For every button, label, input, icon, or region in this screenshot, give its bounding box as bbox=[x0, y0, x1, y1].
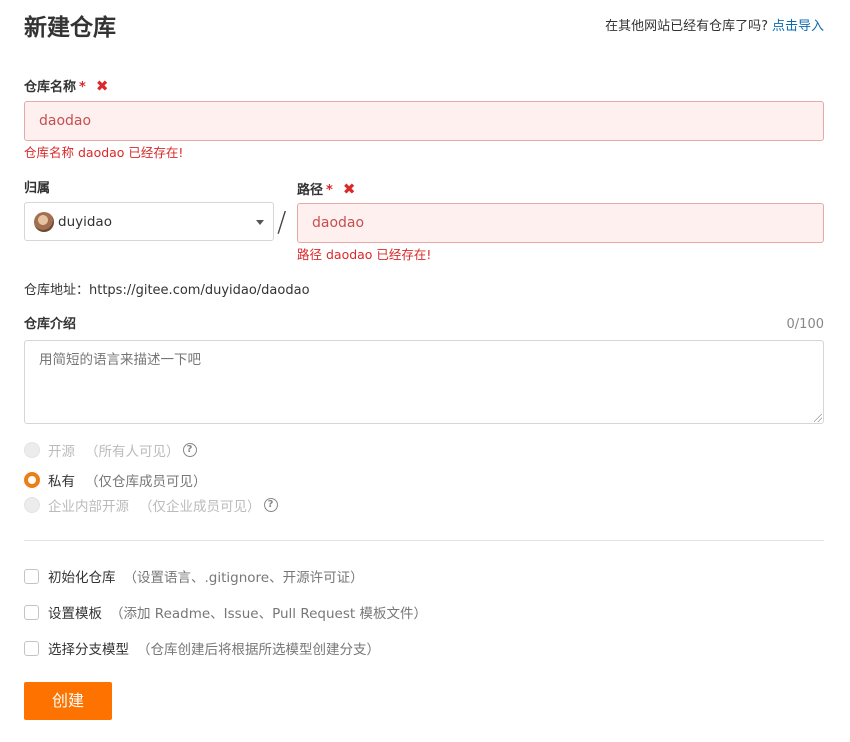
page-title: 新建仓库 bbox=[24, 15, 116, 41]
import-link[interactable]: 点击导入 bbox=[772, 19, 824, 34]
error-x-icon: ✖ bbox=[95, 77, 109, 95]
path-separator: / bbox=[277, 205, 287, 238]
required-mark: * bbox=[79, 80, 86, 95]
radio-note: （仅企业成员可见） bbox=[139, 499, 261, 515]
radio-label: 私有 bbox=[48, 474, 75, 490]
char-counter: 0/100 bbox=[786, 317, 824, 332]
path-error: 路径 daodao 已经存在! bbox=[297, 247, 432, 262]
description-label: 仓库介绍 bbox=[24, 317, 77, 332]
path-label-text: 路径 bbox=[297, 183, 324, 198]
radio-circle-icon[interactable] bbox=[24, 442, 40, 458]
option-note: （添加 Readme、Issue、Pull Request 模板文件） bbox=[110, 606, 427, 622]
repo-name-input[interactable] bbox=[24, 101, 824, 141]
option-label: 初始化仓库 bbox=[48, 570, 116, 586]
repo-name-label: 仓库名称 * ✖ bbox=[24, 77, 108, 97]
import-hint: 在其他网站已经有仓库了吗? 点击导入 bbox=[605, 18, 824, 36]
radio-circle-icon[interactable] bbox=[24, 497, 40, 513]
checkbox-icon[interactable] bbox=[24, 640, 39, 656]
owner-label: 归属 bbox=[24, 181, 51, 196]
checkbox-icon[interactable] bbox=[24, 568, 39, 584]
required-mark: * bbox=[326, 183, 333, 198]
resize-grip-icon[interactable] bbox=[814, 414, 822, 422]
owner-select[interactable]: duyidao bbox=[24, 202, 274, 241]
option-note: （设置语言、.gitignore、开源许可证） bbox=[123, 570, 364, 586]
path-input[interactable] bbox=[297, 203, 824, 243]
description-wrapper bbox=[24, 340, 824, 424]
help-icon[interactable]: ? bbox=[263, 498, 278, 512]
radio-label: 企业内部开源 bbox=[48, 499, 129, 515]
radio-private[interactable]: 私有 （仅仓库成员可见） bbox=[24, 470, 207, 490]
repo-name-error: 仓库名称 daodao 已经存在! bbox=[24, 145, 184, 160]
radio-selected-icon[interactable] bbox=[24, 472, 40, 488]
option-note: （仓库创建后将根据所选模型创建分支） bbox=[137, 642, 380, 658]
repo-name-label-text: 仓库名称 bbox=[24, 80, 77, 95]
import-hint-text: 在其他网站已经有仓库了吗? bbox=[605, 19, 768, 34]
option-label: 设置模板 bbox=[48, 606, 102, 622]
option-label: 选择分支模型 bbox=[48, 642, 129, 658]
help-icon[interactable]: ? bbox=[182, 443, 197, 457]
error-x-icon: ✖ bbox=[342, 180, 356, 198]
radio-enterprise[interactable]: 企业内部开源 （仅企业成员可见） ? bbox=[24, 495, 278, 515]
user-avatar-icon bbox=[34, 212, 54, 232]
option-templates[interactable]: 设置模板 （添加 Readme、Issue、Pull Request 模板文件） bbox=[24, 602, 427, 622]
path-label: 路径 * ✖ bbox=[297, 180, 355, 200]
description-textarea[interactable] bbox=[24, 340, 824, 424]
radio-label: 开源 bbox=[48, 444, 75, 460]
checkbox-icon[interactable] bbox=[24, 604, 39, 620]
radio-note: （所有人可见） bbox=[85, 444, 180, 460]
radio-public[interactable]: 开源 （所有人可见） ? bbox=[24, 440, 197, 460]
create-button[interactable]: 创建 bbox=[24, 682, 112, 720]
repo-url: 仓库地址：https://gitee.com/duyidao/daodao bbox=[24, 283, 310, 298]
divider bbox=[24, 540, 824, 541]
option-init-repo[interactable]: 初始化仓库 （设置语言、.gitignore、开源许可证） bbox=[24, 566, 364, 586]
option-branch-model[interactable]: 选择分支模型 （仓库创建后将根据所选模型创建分支） bbox=[24, 638, 380, 658]
chevron-down-icon bbox=[256, 220, 264, 225]
radio-note: （仅仓库成员可见） bbox=[85, 474, 207, 490]
owner-value: duyidao bbox=[58, 214, 112, 230]
